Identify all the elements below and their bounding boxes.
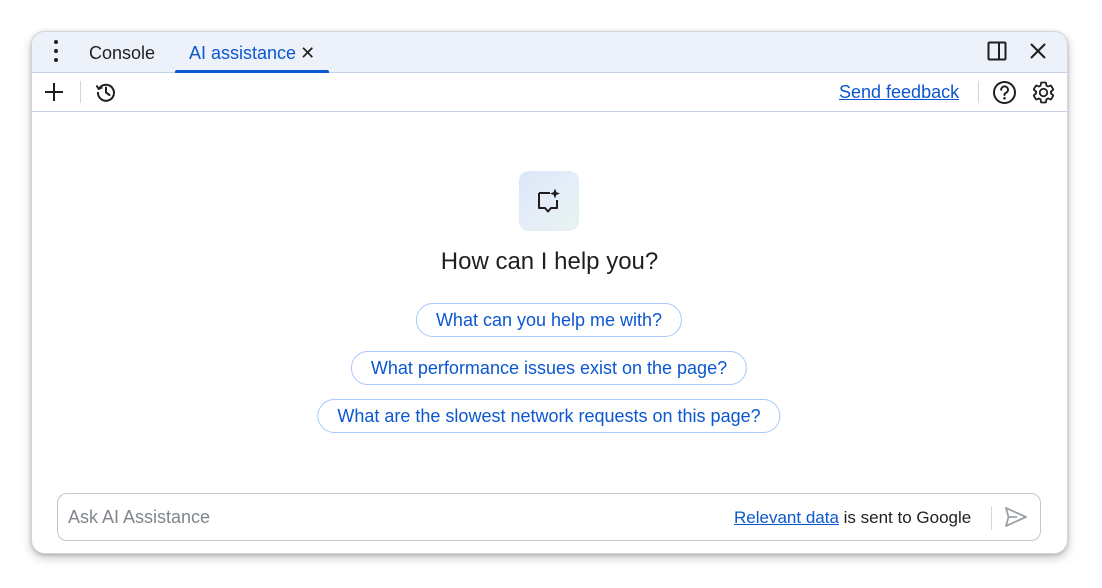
welcome-heading: How can I help you?	[440, 248, 659, 275]
dock-side-icon[interactable]	[987, 41, 1007, 61]
toolbar-divider	[978, 81, 979, 103]
more-vert-icon[interactable]	[48, 40, 64, 62]
tab-console[interactable]: Console	[89, 32, 155, 72]
suggestion-chip[interactable]: What performance issues exist on the pag…	[350, 351, 748, 385]
plus-icon[interactable]	[43, 81, 65, 103]
tab-ai-assistance[interactable]: AI assistance ✕	[175, 32, 330, 74]
close-icon[interactable]	[1028, 41, 1048, 61]
input-divider	[991, 506, 992, 530]
data-disclaimer: Relevant data is sent to Google	[734, 508, 971, 528]
gear-icon[interactable]	[1031, 80, 1056, 105]
toolbar: Send feedback	[32, 73, 1067, 112]
send-icon[interactable]	[1004, 506, 1028, 528]
send-feedback-link[interactable]: Send feedback	[839, 82, 959, 103]
disclaimer-text: is sent to Google	[838, 508, 972, 527]
toolbar-divider	[80, 81, 81, 103]
history-icon[interactable]	[94, 80, 118, 104]
tab-ai-assistance-label: AI assistance	[189, 43, 297, 63]
ask-ai-input[interactable]	[68, 494, 708, 540]
tab-close-icon[interactable]: ✕	[300, 32, 315, 74]
suggestion-chip[interactable]: What can you help me with?	[415, 303, 683, 337]
tab-bar: Console AI assistance ✕	[32, 32, 1067, 73]
relevant-data-link[interactable]: Relevant data	[734, 508, 839, 527]
ai-assistance-panel: Console AI assistance ✕ Send feedback Ho…	[31, 31, 1068, 554]
ai-chat-spark-icon	[519, 171, 579, 231]
suggestion-chip[interactable]: What are the slowest network requests on…	[317, 399, 781, 433]
tab-console-label: Console	[89, 43, 156, 63]
chat-input-container: Relevant data is sent to Google	[57, 493, 1041, 541]
help-icon[interactable]	[992, 80, 1017, 105]
